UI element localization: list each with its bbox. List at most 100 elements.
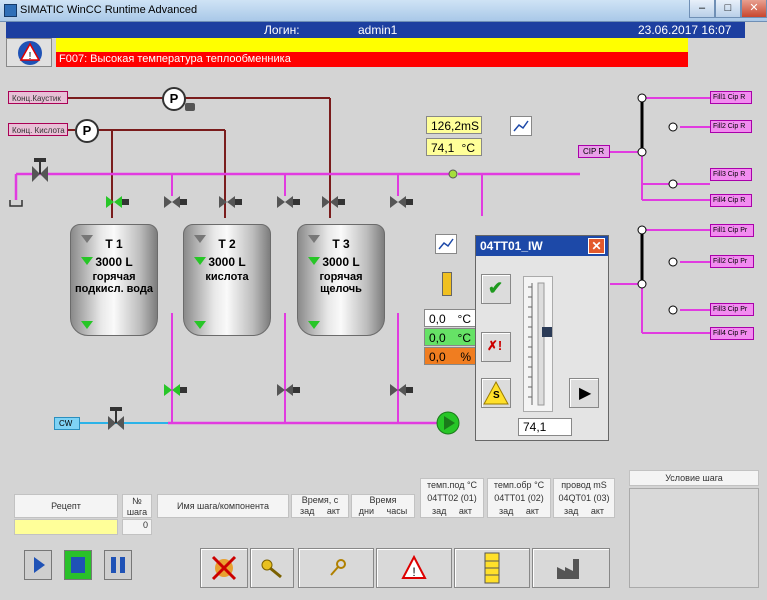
key-icon (330, 559, 346, 576)
play-icon: ▶ (579, 385, 592, 402)
cip-return-tag[interactable]: CIP R (578, 145, 610, 158)
check-icon: ✔ (488, 278, 504, 298)
maximize-button[interactable]: □ (715, 0, 741, 18)
time-s-header: Время, с зад акт (291, 494, 349, 518)
toolbar-no-transmit-button[interactable] (200, 548, 248, 588)
window-title: SIMATIC WinCC Runtime Advanced (20, 4, 198, 16)
factory-icon (557, 559, 579, 579)
alarm-strip-error[interactable]: F007: Высокая температура теплообменника (56, 52, 688, 67)
recipe-field[interactable] (14, 519, 118, 535)
conductivity-value: 126,2mS (426, 116, 482, 134)
alarm-button[interactable]: ! (6, 38, 52, 67)
thermometer-icon[interactable] (442, 272, 452, 296)
step-condition-header: Условие шага (629, 470, 759, 486)
ok-button[interactable]: ✔ (481, 274, 511, 304)
toolbar-plant-button[interactable] (532, 548, 610, 588)
recipe-header: Рецепт (14, 494, 118, 518)
slider-scale (528, 282, 552, 406)
toolbar-key-button[interactable] (298, 548, 374, 588)
manifold-switch-top[interactable] (637, 93, 678, 189)
level-indicator (81, 321, 93, 329)
alarm-message: F007: Высокая температура теплообменника (59, 53, 291, 65)
valve-icon[interactable] (164, 384, 187, 396)
toolbar-alarm-button[interactable]: ! (376, 548, 452, 588)
close-button[interactable]: ✕ (741, 0, 767, 18)
fill3-cip-r-tag[interactable]: Fill3 Cip R (710, 168, 752, 181)
fill2-cip-r-tag[interactable]: Fill2 Cip R (710, 120, 752, 133)
trend-chart-icon (438, 238, 454, 250)
step-name-header: Имя шага/компонента (157, 494, 289, 518)
step-condition-panel (629, 488, 759, 588)
manifold-switch-bottom[interactable] (637, 225, 678, 315)
acid-tag[interactable]: Конц. Кислота (8, 123, 68, 136)
acid-pump-icon[interactable]: P (75, 119, 99, 143)
start-button[interactable] (24, 550, 52, 580)
slider-handle[interactable] (542, 327, 552, 337)
cw-tag[interactable]: CW (54, 417, 80, 430)
toolbar-keys-button[interactable] (250, 548, 294, 588)
valve-icon[interactable] (390, 196, 413, 208)
temp-return-header: темп.обр °C 04TT01 (02) зад акт (487, 478, 551, 518)
svg-text:!: ! (29, 51, 32, 62)
app-icon (4, 4, 17, 17)
minimize-button[interactable]: – (689, 0, 715, 18)
valve-icon[interactable] (322, 196, 345, 208)
time-days-header: Время дни часы (351, 494, 415, 518)
header-bar: Логин: admin1 23.06.2017 16:07 (6, 22, 745, 38)
fill1-cip-r-tag[interactable]: Fill1 Cip R (710, 91, 752, 104)
dialog-close-button[interactable]: ✕ (588, 238, 605, 254)
caustic-tag[interactable]: Конц.Каустик (8, 91, 68, 104)
next-button[interactable]: ▶ (569, 378, 599, 408)
temperature-value: 74,1 °C (426, 138, 482, 156)
warning-icon: ! (18, 41, 42, 65)
caustic-pump-icon[interactable]: P (162, 87, 186, 111)
level-indicator (81, 257, 93, 265)
value-field[interactable]: 74,1 (518, 418, 572, 436)
valve-icon[interactable] (164, 196, 187, 208)
dialog-title-bar: 04TT01_IW ✕ (476, 236, 608, 256)
valve-icon[interactable] (277, 196, 300, 208)
fill3-cip-pr-tag[interactable]: Fill3 Cip Pr (710, 303, 754, 316)
datetime: 23.06.2017 16:07 (638, 23, 732, 37)
temp-sensor-icon[interactable] (448, 169, 458, 179)
stop-icon (71, 557, 85, 573)
manual-valve-icon[interactable] (32, 158, 48, 182)
dialog-title: 04TT01_IW (480, 239, 543, 253)
cip-pump-icon[interactable] (436, 411, 460, 435)
fill1-cip-pr-tag[interactable]: Fill1 Cip Pr (710, 224, 754, 237)
pause-icon (111, 557, 125, 573)
valve-icon[interactable] (390, 384, 413, 396)
alarm-strip-warning (56, 38, 688, 52)
valve-icon[interactable] (277, 384, 300, 396)
window-titlebar: SIMATIC WinCC Runtime Advanced – □ ✕ (0, 0, 767, 22)
pause-button[interactable] (104, 550, 132, 580)
valve-icon[interactable] (106, 196, 129, 208)
fill4-cip-pr-tag[interactable]: Fill4 Cip Pr (710, 327, 754, 340)
cw-valve-icon[interactable] (108, 407, 124, 430)
fill2-cip-pr-tag[interactable]: Fill2 Cip Pr (710, 255, 754, 268)
step-number-value: 0 (122, 519, 152, 535)
value-slider[interactable] (523, 276, 553, 412)
ladder-icon (484, 552, 500, 584)
valves-group (106, 196, 413, 396)
readout-2: 0,0 °C (424, 328, 476, 346)
play-icon (34, 557, 45, 573)
stop-button[interactable] (64, 550, 92, 580)
readout-1: 0,0 °C (424, 309, 476, 327)
keys-icon (261, 559, 282, 579)
trend-button-2[interactable] (435, 234, 457, 254)
fill4-cip-r-tag[interactable]: Fill4 Cip R (710, 194, 752, 207)
login-label: Логин: (264, 23, 300, 37)
alarm-icon: ! (401, 554, 427, 579)
temp-supply-header: темп.под °C 04TT02 (01) зад акт (420, 478, 484, 518)
trend-button[interactable] (510, 116, 532, 136)
no-transmit-icon (211, 555, 237, 581)
valve-icon[interactable] (219, 196, 242, 208)
cancel-button[interactable]: ✗! (481, 332, 511, 362)
level-low-indicator (81, 235, 93, 243)
toolbar-steps-button[interactable] (454, 548, 530, 588)
conductivity-header: провод mS 04QT01 (03) зад акт (553, 478, 615, 518)
s-button[interactable]: S (481, 378, 511, 408)
svg-text:!: ! (412, 565, 415, 579)
readout-3: 0,0% (424, 347, 476, 365)
